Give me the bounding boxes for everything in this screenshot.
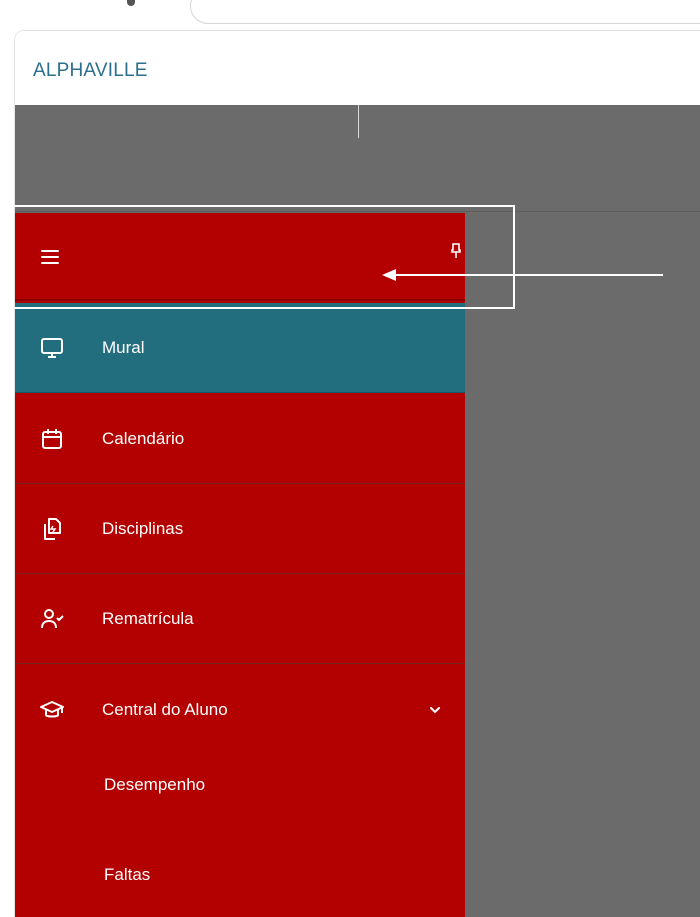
sidebar-menu: Mural Calendário Disciplinas Rematrícula… — [15, 213, 465, 917]
sidebar-item-calendario[interactable]: Calendário — [15, 394, 465, 484]
sidebar-item-label: Disciplinas — [102, 518, 184, 538]
monitor-icon — [41, 337, 63, 358]
sidebar-item-mural[interactable]: Mural — [15, 303, 465, 393]
sidebar-item-label: Calendário — [102, 428, 185, 448]
divider — [358, 105, 359, 138]
submenu-item-label: Desempenho — [104, 775, 206, 794]
calendar-icon — [42, 428, 62, 449]
submenu-item-desempenho[interactable]: Desempenho — [15, 755, 465, 815]
submenu-item-faltas[interactable]: Faltas — [15, 845, 465, 905]
app-header: ALPHAVILLE — [15, 31, 700, 105]
sidebar-item-central-do-aluno[interactable]: Central do Aluno — [15, 665, 465, 755]
brand-title[interactable]: ALPHAVILLE — [33, 60, 148, 82]
sidebar-item-disciplinas[interactable]: Disciplinas — [15, 484, 465, 574]
address-bar[interactable] — [190, 0, 700, 24]
documents-icon — [44, 517, 61, 540]
submenu-item-label: Faltas — [104, 865, 151, 884]
sidebar-header — [15, 213, 465, 301]
user-check-icon — [41, 608, 64, 628]
divider — [15, 211, 700, 212]
hamburger-menu-icon[interactable] — [41, 250, 59, 264]
graduation-cap-icon — [40, 701, 64, 718]
sidebar-item-label: Central do Aluno — [102, 700, 228, 719]
pin-icon[interactable] — [451, 243, 461, 259]
app-window: ALPHAVILLE Mural Calendário Disciplinas … — [14, 30, 700, 917]
sidebar-item-label: Rematrícula — [102, 608, 194, 628]
tab-fragment — [125, 0, 155, 8]
chevron-down-icon[interactable] — [429, 706, 441, 714]
sidebar-item-rematricula[interactable]: Rematrícula — [15, 574, 465, 664]
browser-chrome — [0, 0, 700, 30]
sidebar-item-label: Mural — [102, 337, 145, 357]
